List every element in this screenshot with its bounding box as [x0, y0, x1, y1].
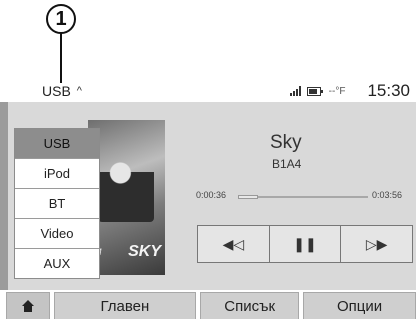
source-menu-item-video[interactable]: Video	[15, 219, 99, 249]
forward-icon: ▷▶	[365, 235, 388, 252]
progress-fill	[238, 195, 258, 199]
pause-icon: ❚❚	[293, 235, 317, 252]
next-button[interactable]: ▷▶	[341, 226, 412, 262]
album-figure	[98, 152, 154, 222]
playback-controls: ◀◁ ❚❚ ▷▶	[197, 225, 413, 263]
callout-line	[60, 33, 62, 83]
rewind-icon: ◀◁	[222, 235, 245, 252]
track-artist: B1A4	[272, 157, 302, 171]
source-menu: USB iPod BT Video AUX	[14, 128, 100, 279]
bottom-tabs: Главен Списък Опции	[0, 292, 416, 319]
previous-button[interactable]: ◀◁	[198, 226, 270, 262]
tab-options-label: Опции	[337, 297, 383, 315]
tab-main-label: Главен	[100, 297, 150, 315]
status-bar: USB ^ --°F 15:30	[0, 80, 416, 102]
tab-list[interactable]: Списък	[200, 292, 300, 319]
progress-bar[interactable]	[238, 195, 368, 199]
source-menu-item-ipod[interactable]: iPod	[15, 159, 99, 189]
home-icon	[21, 300, 34, 312]
battery-icon	[306, 86, 323, 96]
callout-marker: 1	[46, 4, 76, 34]
chevron-up-icon: ^	[76, 85, 82, 97]
source-menu-item-aux[interactable]: AUX	[15, 249, 99, 278]
temperature: --°F	[328, 85, 346, 97]
pause-button[interactable]: ❚❚	[270, 226, 342, 262]
tab-home[interactable]	[6, 292, 50, 319]
signal-icon	[289, 86, 301, 96]
tab-list-label: Списък	[224, 297, 276, 315]
player-screen: M SKY USBiPodBTVideoAUX Sky B1A4 0:00:36…	[0, 102, 416, 290]
left-strip	[0, 102, 8, 290]
clock: 15:30	[367, 81, 410, 100]
elapsed-time: 0:00:36	[196, 190, 227, 200]
source-menu-item-bt[interactable]: BT	[15, 189, 99, 219]
tab-options[interactable]: Опции	[303, 292, 416, 319]
track-title: Sky	[270, 132, 302, 153]
source-menu-item-usb[interactable]: USB	[15, 129, 99, 159]
tab-main[interactable]: Главен	[53, 292, 197, 319]
source-selector[interactable]: USB ^	[42, 83, 82, 99]
source-label: USB	[42, 83, 71, 99]
album-art-text: SKY	[128, 243, 161, 260]
status-indicators: --°F 15:30	[289, 80, 416, 102]
total-time: 0:03:56	[372, 190, 403, 200]
